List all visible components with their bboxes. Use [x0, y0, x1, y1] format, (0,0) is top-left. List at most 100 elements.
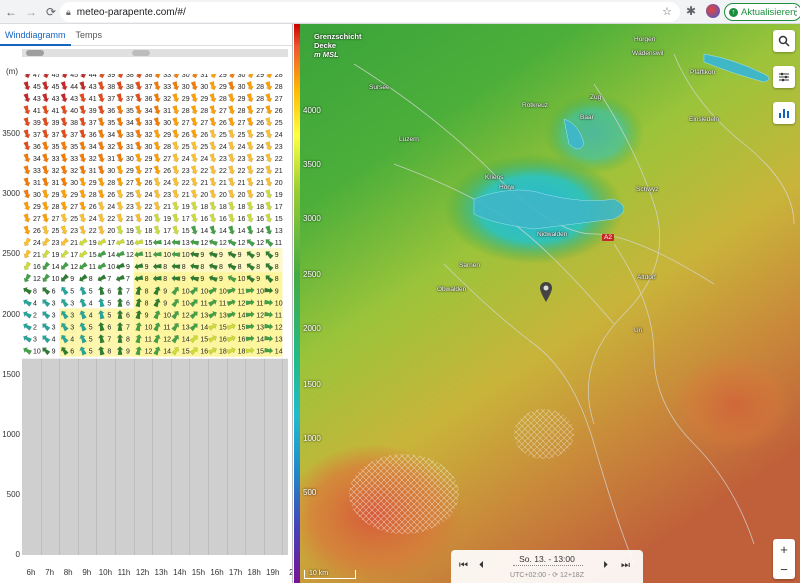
wind-speed-label: 15: [89, 252, 97, 259]
y-tick-label: 2500: [2, 249, 20, 259]
map-scale-tick: 1500: [303, 380, 321, 389]
chart-button[interactable]: [773, 102, 795, 124]
wind-speed-label: 3: [70, 300, 74, 307]
step-back-icon[interactable]: ⏴: [479, 560, 484, 571]
wind-speed-label: 9: [52, 348, 56, 355]
back-icon[interactable]: ←: [2, 3, 20, 21]
wind-speed-label: 10: [163, 252, 171, 259]
wind-speed-label: 28: [238, 108, 246, 115]
wind-speed-label: 19: [163, 216, 171, 223]
forecast-time-label: So. 13. - 13:00: [519, 554, 575, 564]
wind-speed-label: 31: [200, 74, 208, 79]
wind-speed-label: 9: [182, 276, 186, 283]
wind-speed-label: 5: [89, 348, 93, 355]
map-scale-tick: 2500: [303, 270, 321, 279]
address-bar[interactable]: 🔒︎ meteo-parapente.com/#/ ☆: [60, 2, 680, 22]
wind-speed-label: 29: [89, 180, 97, 187]
skip-back-icon[interactable]: ⏮: [459, 560, 468, 571]
wind-speed-label: 9: [219, 252, 223, 259]
wind-speed-label: 10: [33, 348, 41, 355]
wind-speed-label: 24: [145, 192, 153, 199]
wind-speed-label: 44: [70, 84, 78, 91]
skip-forward-icon[interactable]: ⏭: [621, 560, 630, 571]
wind-speed-label: 22: [145, 204, 153, 211]
wind-speed-label: 19: [126, 228, 134, 235]
wind-speed-label: 9: [200, 252, 204, 259]
time-slider[interactable]: [513, 565, 583, 569]
wind-speed-label: 3: [52, 312, 56, 319]
wind-speed-label: 29: [163, 132, 171, 139]
wind-speed-label: 25: [52, 228, 60, 235]
wind-speed-label: 14: [256, 228, 264, 235]
profile-avatar[interactable]: [706, 4, 720, 18]
x-tick-label: 10h: [98, 568, 113, 577]
thermal-cell: [133, 284, 153, 297]
wind-speed-label: 27: [275, 96, 283, 103]
wind-speed-label: 21: [275, 168, 283, 175]
wind-speed-label: 20: [107, 228, 115, 235]
wind-speed-label: 10: [182, 288, 190, 295]
wind-speed-label: 13: [200, 312, 208, 319]
wind-speed-label: 28: [256, 96, 264, 103]
wind-speed-label: 9: [275, 288, 279, 295]
thermal-cell: [96, 308, 115, 321]
wind-speed-label: 45: [52, 74, 60, 79]
wind-speed-label: 5: [107, 300, 111, 307]
wind-speed-label: 31: [89, 168, 97, 175]
extensions-icon[interactable]: ✱: [686, 4, 696, 18]
x-tick-label: 18h: [247, 568, 261, 577]
wind-speed-label: 10: [182, 252, 190, 259]
wind-speed-label: 20: [275, 180, 283, 187]
bar-chart-icon: [779, 109, 789, 118]
wind-speed-label: 10: [275, 300, 283, 307]
wind-speed-label: 5: [107, 312, 111, 319]
wind-speed-label: 9: [126, 348, 130, 355]
star-icon[interactable]: ☆: [662, 5, 672, 18]
location-pin-icon[interactable]: [540, 282, 552, 302]
forward-icon[interactable]: →: [22, 3, 40, 21]
wind-speed-label: 32: [89, 156, 97, 163]
timeline-scrollbar[interactable]: [22, 49, 288, 57]
wind-grid[interactable]: 47 45 45 44 39 38 38 33 30 31 29 30 29 28 45 45 44 43 38 38…: [22, 74, 288, 555]
y-tick-label: 500: [6, 489, 20, 499]
wind-speed-label: 38: [126, 74, 134, 79]
wind-speed-label: 22: [219, 168, 227, 175]
wind-speed-label: 23: [219, 156, 227, 163]
wind-speed-label: 10: [107, 264, 115, 271]
wind-speed-label: 21: [219, 180, 227, 187]
wind-speed-label: 15: [238, 324, 246, 331]
scroll-handle[interactable]: [26, 50, 44, 56]
wind-speed-label: 12: [126, 252, 134, 259]
wind-speed-label: 9: [163, 300, 167, 307]
wind-speed-label: 4: [52, 336, 56, 343]
wind-speed-label: 10: [52, 276, 60, 283]
place-label: Sarnen: [459, 262, 480, 269]
wind-speed-label: 20: [238, 192, 246, 199]
zoom-out-button[interactable]: −: [773, 559, 795, 579]
wind-speed-label: 4: [70, 336, 74, 343]
map-view[interactable]: Grenzschicht Decke m MSL 4000 3500 3000 250…: [294, 24, 800, 583]
wind-speed-label: 26: [200, 132, 208, 139]
tab-temps[interactable]: Temps: [71, 24, 108, 46]
wind-speed-label: 17: [70, 252, 78, 259]
search-button[interactable]: [773, 30, 795, 52]
wind-speed-label: 31: [52, 180, 60, 187]
wind-speed-label: 35: [126, 108, 134, 115]
wind-speed-label: 25: [275, 120, 283, 127]
wind-speed-label: 16: [238, 216, 246, 223]
reload-icon[interactable]: ⟳: [42, 3, 60, 21]
wind-speed-label: 10: [200, 288, 208, 295]
wind-speed-label: 34: [107, 132, 115, 139]
more-menu-icon[interactable]: ⋮: [790, 4, 800, 18]
thermal-cell: [96, 320, 115, 333]
wind-speed-label: 32: [145, 132, 153, 139]
settings-button[interactable]: [773, 66, 795, 88]
wind-speed-label: 13: [182, 324, 190, 331]
wind-speed-label: 25: [200, 144, 208, 151]
wind-speed-label: 11: [145, 252, 152, 259]
update-button[interactable]: ↑ Aktualisieren: [724, 3, 800, 21]
step-forward-icon[interactable]: ⏵: [603, 560, 608, 571]
zoom-in-button[interactable]: +: [773, 539, 795, 559]
wind-speed-label: 28: [107, 180, 115, 187]
wind-speed-label: 28: [182, 108, 190, 115]
